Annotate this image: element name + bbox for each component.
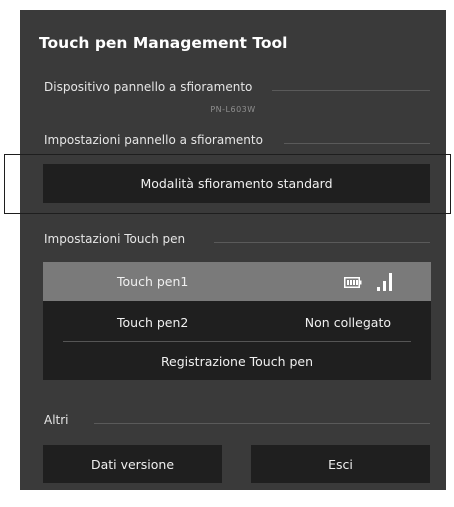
pen-row-2[interactable]: Touch pen2 Non collegato — [43, 303, 431, 342]
section-divider — [214, 242, 430, 243]
section-divider — [94, 423, 430, 424]
pen-name: Touch pen2 — [117, 315, 189, 330]
exit-button[interactable]: Esci — [251, 445, 430, 483]
signal-strength-icon — [377, 270, 395, 295]
section-divider — [284, 143, 430, 144]
pen-status: Non collegato — [304, 315, 391, 330]
device-name: PN-L603W — [210, 105, 256, 114]
pen-row-1[interactable]: Touch pen1 — [43, 262, 431, 301]
battery-icon — [344, 276, 362, 291]
others-section-label: Altri — [44, 413, 69, 427]
touch-pen-list: Touch pen1 Touch pen2 Non collegato Regi… — [43, 262, 431, 380]
section-divider — [272, 90, 430, 91]
device-section-label: Dispositivo pannello a sfioramento — [44, 80, 253, 94]
app-title: Touch pen Management Tool — [39, 34, 288, 52]
panel-settings-label: Impostazioni pannello a sfioramento — [44, 133, 263, 147]
version-info-button[interactable]: Dati versione — [43, 445, 222, 483]
register-touch-pen-button[interactable]: Registrazione Touch pen — [43, 342, 431, 380]
pen-settings-label: Impostazioni Touch pen — [44, 232, 186, 246]
app-window: Touch pen Management Tool Dispositivo pa… — [20, 10, 446, 490]
pen-name: Touch pen1 — [117, 274, 189, 289]
highlight-frame — [4, 154, 451, 214]
